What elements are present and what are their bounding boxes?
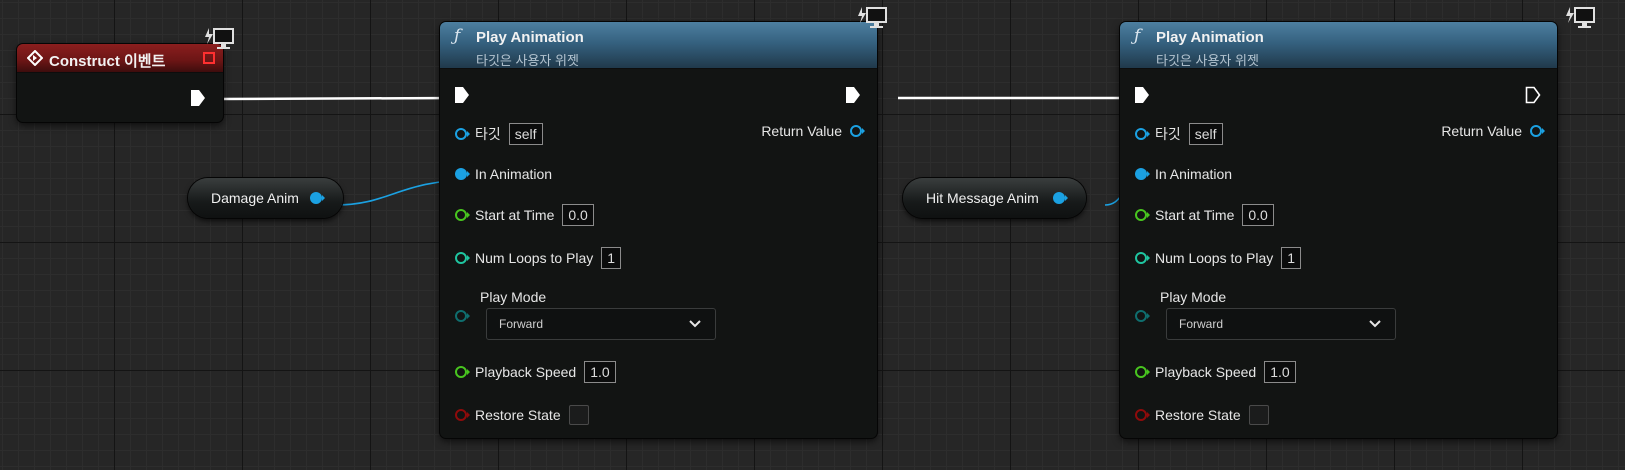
start-time-value[interactable]: 0.0 [562,204,594,226]
num-loops-value[interactable]: 1 [601,247,622,269]
exec-in-pin[interactable] [454,86,470,104]
return-value-label: Return Value [1441,123,1522,139]
function-icon: ƒ [454,26,461,46]
variable-node-damage-anim[interactable]: Damage Anim [188,178,343,218]
num-loops-label: Num Loops to Play [1155,250,1274,266]
node-title: Play Animation [476,29,584,46]
target-value[interactable]: self [508,123,543,145]
play-animation-node[interactable]: ƒ Play Animation 타깃은 사용자 위젯 타깃 self Retu… [440,22,877,438]
playback-speed-label: Playback Speed [475,364,577,380]
construct-event-node[interactable]: Construct 이벤트 [17,44,223,122]
playback-speed-pin[interactable] [454,365,470,379]
start-time-label: Start at Time [1155,207,1235,223]
play-mode-label: Play Mode [480,289,547,305]
monitor-lightning-icon [858,7,887,28]
construct-event-header: Construct 이벤트 [17,44,223,73]
in-animation-pin-row: In Animation [454,164,552,184]
num-loops-pin[interactable] [1134,251,1150,265]
num-loops-pin[interactable] [454,251,470,265]
playback-speed-pin-row: Playback Speed 1.0 [454,361,616,383]
num-loops-pin-row: Num Loops to Play 1 [454,247,622,269]
object-out-pin[interactable] [309,191,325,205]
exec-in-pin[interactable] [1134,86,1150,104]
return-value-pin-row: Return Value [1441,121,1545,141]
play-mode-pin[interactable] [1134,309,1150,323]
num-loops-pin-row: Num Loops to Play 1 [1134,247,1302,269]
chevron-down-icon [689,320,701,328]
object-out-pin[interactable] [1052,191,1068,205]
restore-state-label: Restore State [475,407,561,423]
node-subtitle: 타깃은 사용자 위젯 [1156,53,1259,68]
variable-node-hit-message-anim[interactable]: Hit Message Anim [903,178,1086,218]
node-subtitle: 타깃은 사용자 위젯 [476,53,579,68]
in-animation-pin[interactable] [454,167,470,181]
in-animation-pin[interactable] [1134,167,1150,181]
play-mode-dropdown[interactable]: Forward [1166,308,1396,340]
target-label: 타깃 [1155,126,1181,142]
num-loops-value[interactable]: 1 [1281,247,1302,269]
in-animation-label: In Animation [475,166,553,182]
exec-wire-construct-to-play1 [213,96,459,101]
start-time-pin[interactable] [454,208,470,222]
start-time-label: Start at Time [475,207,555,223]
target-pin-row: 타깃 self [1134,123,1223,145]
play-mode-dropdown[interactable]: Forward [486,308,716,340]
in-animation-pin-row: In Animation [1134,164,1232,184]
target-pin[interactable] [454,127,470,141]
monitor-lightning-icon [1566,7,1595,28]
target-label: 타깃 [475,126,501,142]
delegate-pin-icon[interactable] [203,52,215,64]
restore-state-pin-row: Restore State [454,405,589,425]
node-title: Play Animation [1156,29,1264,46]
play-mode-value: Forward [1179,317,1224,331]
return-value-pin[interactable] [849,124,865,138]
target-pin[interactable] [1134,127,1150,141]
restore-state-checkbox[interactable] [568,405,589,425]
start-time-value[interactable]: 0.0 [1242,204,1274,226]
playback-speed-label: Playback Speed [1155,364,1257,380]
function-icon: ƒ [1134,26,1141,46]
return-value-pin[interactable] [1529,124,1545,138]
target-value[interactable]: self [1188,123,1223,145]
chevron-down-icon [1369,320,1381,328]
exec-out-pin[interactable] [1525,86,1541,104]
variable-label: Hit Message Anim [926,190,1039,206]
play-animation-node[interactable]: ƒ Play Animation 타깃은 사용자 위젯 타깃 self Retu… [1120,22,1557,438]
start-time-pin-row: Start at Time 0.0 [1134,204,1274,226]
playback-speed-value[interactable]: 1.0 [584,361,616,383]
construct-exec-out-pin[interactable] [190,89,206,107]
play-mode-label: Play Mode [1160,289,1227,305]
restore-state-label: Restore State [1155,407,1241,423]
in-animation-label: In Animation [1155,166,1233,182]
playback-speed-pin-row: Playback Speed 1.0 [1134,361,1296,383]
restore-state-pin-row: Restore State [1134,405,1269,425]
return-value-pin-row: Return Value [761,121,865,141]
variable-label: Damage Anim [211,190,299,206]
target-pin-row: 타깃 self [454,123,543,145]
play-mode-pin[interactable] [454,309,470,323]
playback-speed-value[interactable]: 1.0 [1264,361,1296,383]
start-time-pin-row: Start at Time 0.0 [454,204,594,226]
construct-event-title: Construct 이벤트 [49,53,166,70]
return-value-label: Return Value [761,123,842,139]
restore-state-checkbox[interactable] [1248,405,1269,425]
restore-state-pin[interactable] [1134,408,1150,422]
num-loops-label: Num Loops to Play [475,250,594,266]
play-mode-value: Forward [499,317,544,331]
restore-state-pin[interactable] [454,408,470,422]
event-diamond-icon [27,50,43,66]
play-animation-header: ƒ Play Animation 타깃은 사용자 위젯 [440,22,877,69]
start-time-pin[interactable] [1134,208,1150,222]
playback-speed-pin[interactable] [1134,365,1150,379]
exec-out-pin[interactable] [845,86,861,104]
monitor-lightning-icon [205,28,234,49]
play-animation-header: ƒ Play Animation 타깃은 사용자 위젯 [1120,22,1557,69]
